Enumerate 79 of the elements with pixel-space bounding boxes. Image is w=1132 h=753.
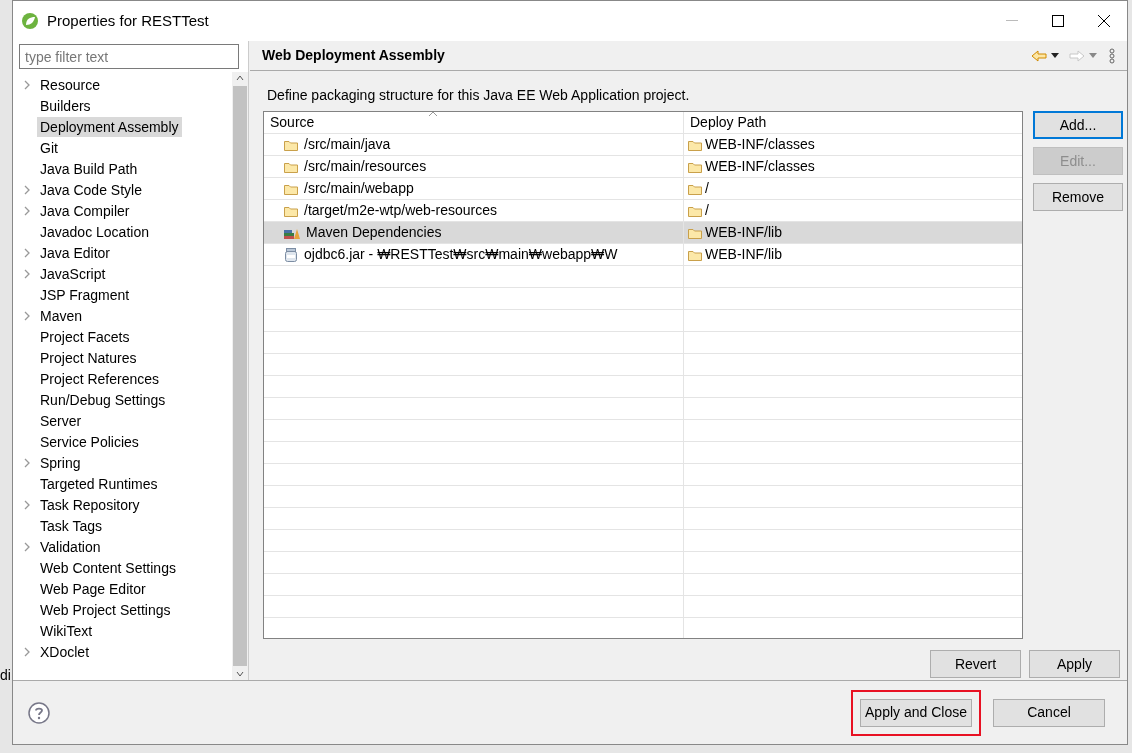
- table-cell-text: WEB-INF/classes: [705, 135, 815, 154]
- folder-icon: [688, 160, 702, 173]
- window-title: Properties for RESTTest: [47, 10, 209, 31]
- sidebar-item[interactable]: Java Code Style: [37, 179, 145, 200]
- folder-icon: [688, 138, 702, 151]
- dropdown-icon[interactable]: [1051, 53, 1059, 58]
- table-cell-text: /src/main/resources: [304, 157, 427, 176]
- sidebar-item[interactable]: Task Tags: [37, 515, 105, 536]
- sidebar-item[interactable]: Run/Debug Settings: [37, 389, 169, 410]
- sidebar-item[interactable]: Web Content Settings: [37, 557, 179, 578]
- folder-icon: [284, 160, 298, 173]
- sidebar-item[interactable]: Javadoc Location: [37, 221, 152, 242]
- action-button[interactable]: Add...: [1033, 111, 1123, 139]
- help-icon[interactable]: [28, 701, 50, 724]
- sidebar-item[interactable]: Java Compiler: [37, 200, 133, 221]
- sidebar-item[interactable]: Web Project Settings: [37, 599, 174, 620]
- table-cell-text: WEB-INF/lib: [705, 223, 782, 242]
- sidebar-item[interactable]: JSP Fragment: [37, 284, 133, 305]
- sidebar-item[interactable]: Spring: [37, 452, 84, 473]
- close-icon: [1098, 15, 1110, 27]
- sidebar-item[interactable]: JavaScript: [37, 263, 109, 284]
- column-header[interactable]: Deploy Path: [684, 112, 1022, 133]
- maximize-icon: [1052, 15, 1064, 27]
- sidebar-item[interactable]: Project Natures: [37, 347, 140, 368]
- table-row[interactable]: /src/main/webapp /: [264, 178, 1022, 200]
- page-title: Web Deployment Assembly: [262, 46, 445, 65]
- forward-arrow-icon[interactable]: [1069, 49, 1085, 62]
- minimize-icon: [1006, 20, 1018, 22]
- sidebar-item[interactable]: Service Policies: [37, 431, 142, 452]
- table-cell-text: /: [705, 179, 709, 198]
- sidebar-item[interactable]: Java Build Path: [37, 158, 141, 179]
- folder-icon: [688, 204, 702, 217]
- sidebar-item[interactable]: WikiText: [37, 620, 96, 641]
- sidebar-item[interactable]: Java Editor: [37, 242, 114, 263]
- leaf-logo-icon: [21, 12, 39, 30]
- sidebar-item[interactable]: Maven: [37, 305, 86, 326]
- sidebar-item[interactable]: Project Facets: [37, 326, 133, 347]
- table-cell-text: /: [705, 201, 709, 220]
- action-button[interactable]: Remove: [1033, 183, 1123, 211]
- sidebar-item[interactable]: Resource: [37, 74, 103, 95]
- table-row[interactable]: /src/main/resources WEB-INF/classes: [264, 156, 1022, 178]
- folder-icon: [688, 226, 702, 239]
- sidebar-item[interactable]: XDoclet: [37, 641, 93, 662]
- table-row[interactable]: ojdbc6.jar - ₩RESTTest₩src₩main₩webapp₩W WEB-INF/lib: [264, 244, 1022, 266]
- table-cell-text: /target/m2e-wtp/web-resources: [304, 201, 497, 220]
- background-window-text: di: [0, 666, 11, 685]
- table-cell-text: /src/main/java: [304, 135, 391, 154]
- jar-icon: [284, 247, 298, 262]
- sidebar-item[interactable]: Task Repository: [37, 494, 143, 515]
- folder-icon: [284, 182, 298, 195]
- menu-icon[interactable]: [1109, 47, 1115, 64]
- sidebar-item[interactable]: Validation: [37, 536, 104, 557]
- column-header[interactable]: Source: [264, 112, 684, 133]
- table-cell-text: /src/main/webapp: [304, 179, 414, 198]
- sidebar-item[interactable]: Deployment Assembly: [37, 116, 182, 137]
- table-cell-text: Maven Dependencies: [306, 223, 442, 242]
- table-cell-text: ojdbc6.jar - ₩RESTTest₩src₩main₩webapp₩W: [304, 245, 618, 264]
- action-button[interactable]: Apply: [1029, 650, 1120, 678]
- table-cell-text: WEB-INF/lib: [705, 245, 782, 264]
- sidebar-item[interactable]: Builders: [37, 95, 94, 116]
- sidebar-item[interactable]: Server: [37, 410, 85, 431]
- filter-field[interactable]: type filter text: [19, 44, 239, 69]
- action-button[interactable]: Revert: [930, 650, 1021, 678]
- table-row[interactable]: Maven Dependencies WEB-INF/lib: [264, 222, 1022, 244]
- sidebar-item[interactable]: Web Page Editor: [37, 578, 149, 599]
- scrollbar-thumb[interactable]: [233, 86, 247, 666]
- sidebar-item[interactable]: Project References: [37, 368, 163, 389]
- table-row[interactable]: /src/main/java WEB-INF/classes: [264, 134, 1022, 156]
- page-description: Define packaging structure for this Java EE Web Application project.: [267, 86, 691, 105]
- folder-icon: [284, 204, 298, 217]
- folder-icon: [688, 182, 702, 195]
- folder-icon: [284, 138, 298, 151]
- sidebar-item[interactable]: Git: [37, 137, 61, 158]
- scrollbar[interactable]: [232, 72, 248, 680]
- sidebar-item[interactable]: Targeted Runtimes: [37, 473, 161, 494]
- dialog-button[interactable]: Cancel: [993, 698, 1105, 727]
- dialog-button[interactable]: Apply and Close: [860, 698, 972, 727]
- folder-icon: [688, 248, 702, 261]
- table-cell-text: WEB-INF/classes: [705, 157, 815, 176]
